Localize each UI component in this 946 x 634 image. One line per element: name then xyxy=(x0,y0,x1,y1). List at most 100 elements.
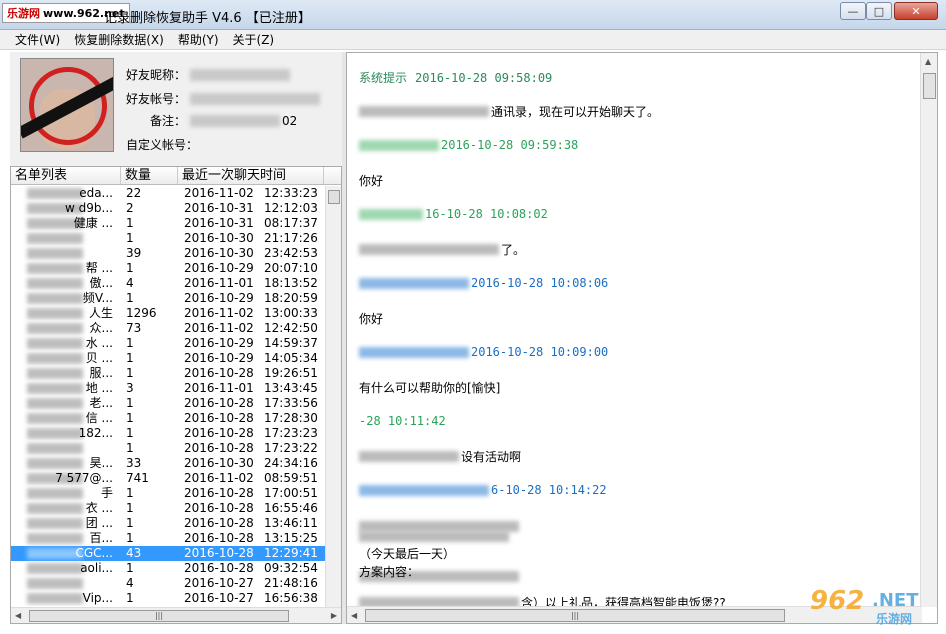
table-row[interactable]: 老... 1 2016-10-28 17:33:56 xyxy=(11,396,325,411)
message-body: 你好 xyxy=(359,172,383,189)
row-name: 贝 ... xyxy=(11,351,121,366)
column-last-time[interactable]: 最近一次聊天时间 xyxy=(178,167,324,184)
row-name: 团 ... xyxy=(11,516,121,531)
row-name: 7 577@... xyxy=(11,471,121,486)
scroll-thumb[interactable] xyxy=(328,190,340,204)
row-name xyxy=(11,246,121,261)
body-redacted xyxy=(359,531,511,542)
watermark-num: 962 xyxy=(810,586,865,616)
account-redacted xyxy=(190,92,320,105)
row-time: 17:00:51 xyxy=(264,486,318,500)
message-timestamp: 2016-10-28 10:09:00 xyxy=(471,345,609,359)
row-name: 服... xyxy=(11,366,121,381)
watermark-logo: 962 .NET 乐游网 xyxy=(810,586,938,626)
minimize-icon: — xyxy=(847,4,859,18)
message-timestamp: 16-10-28 10:08:02 xyxy=(425,207,548,221)
list-vertical-scrollbar[interactable] xyxy=(325,186,341,608)
maximize-button[interactable]: □ xyxy=(866,2,892,20)
row-date: 2016-10-28 xyxy=(184,411,254,425)
column-name[interactable]: 名单列表 xyxy=(11,167,121,184)
scroll-left-icon[interactable]: ◀ xyxy=(351,611,357,620)
nickname-row: 好友昵称： xyxy=(126,66,290,83)
row-name: 百... xyxy=(11,531,121,546)
close-button[interactable]: ✕ xyxy=(894,2,938,20)
scroll-left-icon[interactable]: ◀ xyxy=(15,611,21,620)
table-row[interactable]: 百... 1 2016-10-28 13:15:25 xyxy=(11,531,325,546)
menu-recover[interactable]: 恢复删除数据(X) xyxy=(67,31,171,48)
chat-panel: 系统提示 2016-10-28 09:58:09 通讯录，现在可以开始聊天了。 201… xyxy=(346,52,938,624)
table-row[interactable]: 帮 ... 1 2016-10-29 20:07:10 xyxy=(11,261,325,276)
scroll-thumb[interactable]: ||| xyxy=(365,609,785,622)
table-row[interactable]: 信 ... 1 2016-10-28 17:28:30 xyxy=(11,411,325,426)
menu-file[interactable]: 文件(W) xyxy=(8,31,67,48)
row-count: 4 xyxy=(126,576,134,590)
row-date: 2016-10-30 xyxy=(184,246,254,260)
table-row[interactable]: 傲... 4 2016-11-01 18:13:52 xyxy=(11,276,325,291)
row-name: 手 xyxy=(11,486,121,501)
chat-vertical-scrollbar[interactable]: ▲ xyxy=(920,53,937,607)
scroll-thumb[interactable]: ||| xyxy=(29,610,289,622)
table-row[interactable]: 1 2016-10-28 17:23:22 xyxy=(11,441,325,456)
menu-help[interactable]: 帮助(Y) xyxy=(171,31,226,48)
scroll-up-icon[interactable]: ▲ xyxy=(925,57,931,66)
row-date: 2016-10-28 xyxy=(184,531,254,545)
row-time: 17:28:30 xyxy=(264,411,318,425)
table-row[interactable]: 手 1 2016-10-28 17:00:51 xyxy=(11,486,325,501)
column-count[interactable]: 数量 xyxy=(121,167,178,184)
table-row[interactable]: 频V... 1 2016-10-29 18:20:59 xyxy=(11,291,325,306)
message-text: 你好 xyxy=(359,312,384,326)
scroll-right-icon[interactable]: ▶ xyxy=(331,611,337,620)
row-time: 16:55:46 xyxy=(264,501,318,515)
remark-value: 02 xyxy=(282,113,298,128)
row-time: 13:46:11 xyxy=(264,516,318,530)
row-count: 1 xyxy=(126,366,134,380)
table-row[interactable]: 人生 1296 2016-11-02 13:00:33 xyxy=(11,306,325,321)
row-count: 73 xyxy=(126,321,142,335)
table-row[interactable]: 地 ... 3 2016-11-01 13:43:45 xyxy=(11,381,325,396)
table-row[interactable]: CGC... 43 2016-10-28 12:29:41 xyxy=(11,546,325,561)
table-row[interactable]: 182... 1 2016-10-28 17:23:23 xyxy=(11,426,325,441)
table-row[interactable]: 7 577@... 741 2016-11-02 08:59:51 xyxy=(11,471,325,486)
row-date: 2016-10-28 xyxy=(184,486,254,500)
row-time: 12:12:03 xyxy=(264,201,318,215)
row-time: 13:43:45 xyxy=(264,381,318,395)
table-row[interactable]: 服... 1 2016-10-28 19:26:51 xyxy=(11,366,325,381)
row-date: 2016-10-31 xyxy=(184,216,254,230)
message-body: 设有活动啊 xyxy=(359,448,521,465)
row-time: 14:59:37 xyxy=(264,336,318,350)
table-row[interactable]: w d9b... 2 2016-10-31 12:12:03 xyxy=(11,201,325,216)
message-header: 16-10-28 10:08:02 xyxy=(359,207,548,221)
account-row: 好友帐号： xyxy=(126,90,320,107)
row-count: 1 xyxy=(126,216,134,230)
minimize-button[interactable]: — xyxy=(840,2,866,20)
table-row[interactable]: 水 ... 1 2016-10-29 14:59:37 xyxy=(11,336,325,351)
table-row[interactable]: 昊... 33 2016-10-30 24:34:16 xyxy=(11,456,325,471)
row-date: 2016-10-31 xyxy=(184,201,254,215)
table-row[interactable]: 39 2016-10-30 23:42:53 xyxy=(11,246,325,261)
row-count: 1 xyxy=(126,351,134,365)
menu-about[interactable]: 关于(Z) xyxy=(226,31,282,48)
row-count: 1 xyxy=(126,501,134,515)
table-row[interactable]: 健康 ... 1 2016-10-31 08:17:37 xyxy=(11,216,325,231)
message-header: 6-10-28 10:14:22 xyxy=(359,483,607,497)
row-count: 1 xyxy=(126,291,134,305)
table-row[interactable]: 贝 ... 1 2016-10-29 14:05:34 xyxy=(11,351,325,366)
table-row[interactable]: aoli... 1 2016-10-28 09:32:54 xyxy=(11,561,325,576)
message-body: 了。 xyxy=(359,241,525,258)
table-row[interactable]: 团 ... 1 2016-10-28 13:46:11 xyxy=(11,516,325,531)
table-row[interactable]: 1 2016-10-30 21:17:26 xyxy=(11,231,325,246)
maximize-icon: □ xyxy=(873,4,885,18)
table-row[interactable]: Vip... 1 2016-10-27 16:56:38 xyxy=(11,591,325,606)
table-row[interactable]: 众... 73 2016-11-02 12:42:50 xyxy=(11,321,325,336)
list-horizontal-scrollbar[interactable]: ◀ ||| ▶ xyxy=(11,607,341,623)
scroll-thumb[interactable] xyxy=(923,73,936,99)
sender-redacted xyxy=(359,208,423,220)
row-date: 2016-10-28 xyxy=(184,366,254,380)
contact-list: 名单列表 数量 最近一次聊天时间 eda... 22 2016-11-02 12:33… xyxy=(10,166,342,624)
table-row[interactable]: eda... 22 2016-11-02 12:33:23 xyxy=(11,186,325,201)
row-count: 2 xyxy=(126,201,134,215)
table-row[interactable]: 4 2016-10-27 21:48:16 xyxy=(11,576,325,591)
nickname-label: 好友昵称： xyxy=(126,68,187,82)
table-row[interactable]: 衣 ... 1 2016-10-28 16:55:46 xyxy=(11,501,325,516)
body-redacted xyxy=(359,244,499,255)
